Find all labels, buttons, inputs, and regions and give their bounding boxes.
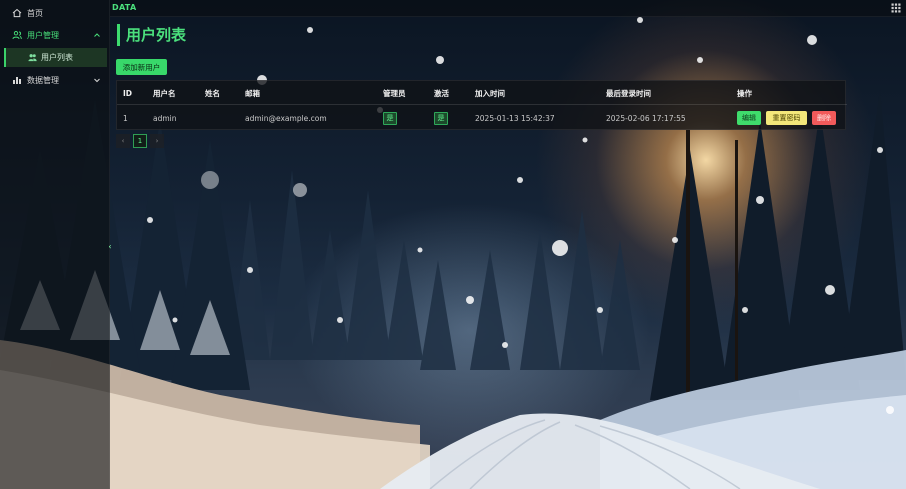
- cell-last-login: 2025-02-06 17:17:55: [606, 113, 686, 123]
- column-header-username: 用户名: [153, 88, 176, 98]
- sidebar-item-label: 用户列表: [41, 53, 73, 62]
- user-table: ID 用户名 姓名 邮箱 管理员 激活 加入时间 最后登录时间 操作 1 adm…: [116, 80, 847, 131]
- sidebar-item-label: 数据管理: [27, 75, 59, 85]
- next-page-button[interactable]: ›: [150, 134, 164, 148]
- cell-username: admin: [153, 113, 177, 123]
- add-user-button[interactable]: 添加新用户: [116, 59, 167, 75]
- column-header-actions: 操作: [737, 88, 752, 98]
- sidebar-item-user-list[interactable]: 用户列表: [4, 48, 107, 67]
- chevron-down-icon[interactable]: [93, 76, 101, 84]
- cell-id: 1: [123, 113, 128, 123]
- sidebar-item-user-management[interactable]: 用户管理: [0, 25, 110, 45]
- page-title: 用户列表: [117, 24, 186, 46]
- reset-password-button[interactable]: 重置密码: [766, 111, 807, 125]
- cell-admin: 是: [383, 106, 397, 130]
- sidebar-collapse-icon[interactable]: ‹: [106, 240, 114, 252]
- users-icon: [12, 30, 22, 40]
- cell-email: admin@example.com: [245, 113, 327, 123]
- prev-page-button[interactable]: ‹: [116, 134, 130, 148]
- cell-joined: 2025-01-13 15:42:37: [475, 113, 555, 123]
- delete-button[interactable]: 删除: [812, 111, 836, 125]
- table-header: ID 用户名 姓名 邮箱 管理员 激活 加入时间 最后登录时间 操作: [117, 81, 847, 105]
- column-header-name: 姓名: [205, 88, 220, 98]
- sidebar-item-label: 用户管理: [27, 30, 59, 40]
- table-row: 1 admin admin@example.com 是 是 2025-01-13…: [117, 106, 847, 131]
- sidebar-item-home[interactable]: 首页: [0, 3, 110, 23]
- sidebar: 首页 用户管理 用户列表 数据管理: [0, 0, 110, 489]
- column-header-admin: 管理员: [383, 88, 406, 98]
- home-icon: [12, 8, 22, 18]
- active-status-badge: 是: [434, 111, 448, 125]
- page-button-current[interactable]: 1: [133, 134, 147, 148]
- edit-button[interactable]: 编辑: [737, 111, 761, 125]
- column-header-active: 激活: [434, 88, 449, 98]
- sidebar-item-data-management[interactable]: 数据管理: [0, 70, 110, 90]
- column-header-email: 邮箱: [245, 88, 260, 98]
- column-header-id: ID: [123, 88, 133, 98]
- apps-grid-icon[interactable]: [891, 3, 901, 13]
- brand-logo[interactable]: DATA: [112, 3, 136, 12]
- chevron-up-icon[interactable]: [93, 31, 101, 39]
- chart-icon: [12, 75, 22, 85]
- column-header-joined: 加入时间: [475, 88, 505, 98]
- sidebar-item-label: 首页: [27, 8, 43, 18]
- admin-status-badge: 是: [383, 111, 397, 125]
- cell-actions: 编辑 重置密码 删除: [737, 106, 841, 130]
- user-group-icon: [28, 53, 37, 62]
- top-bar: DATA: [110, 0, 906, 17]
- column-header-last-login: 最后登录时间: [606, 88, 651, 98]
- cell-active: 是: [434, 106, 448, 130]
- pagination: ‹ 1 ›: [116, 134, 164, 148]
